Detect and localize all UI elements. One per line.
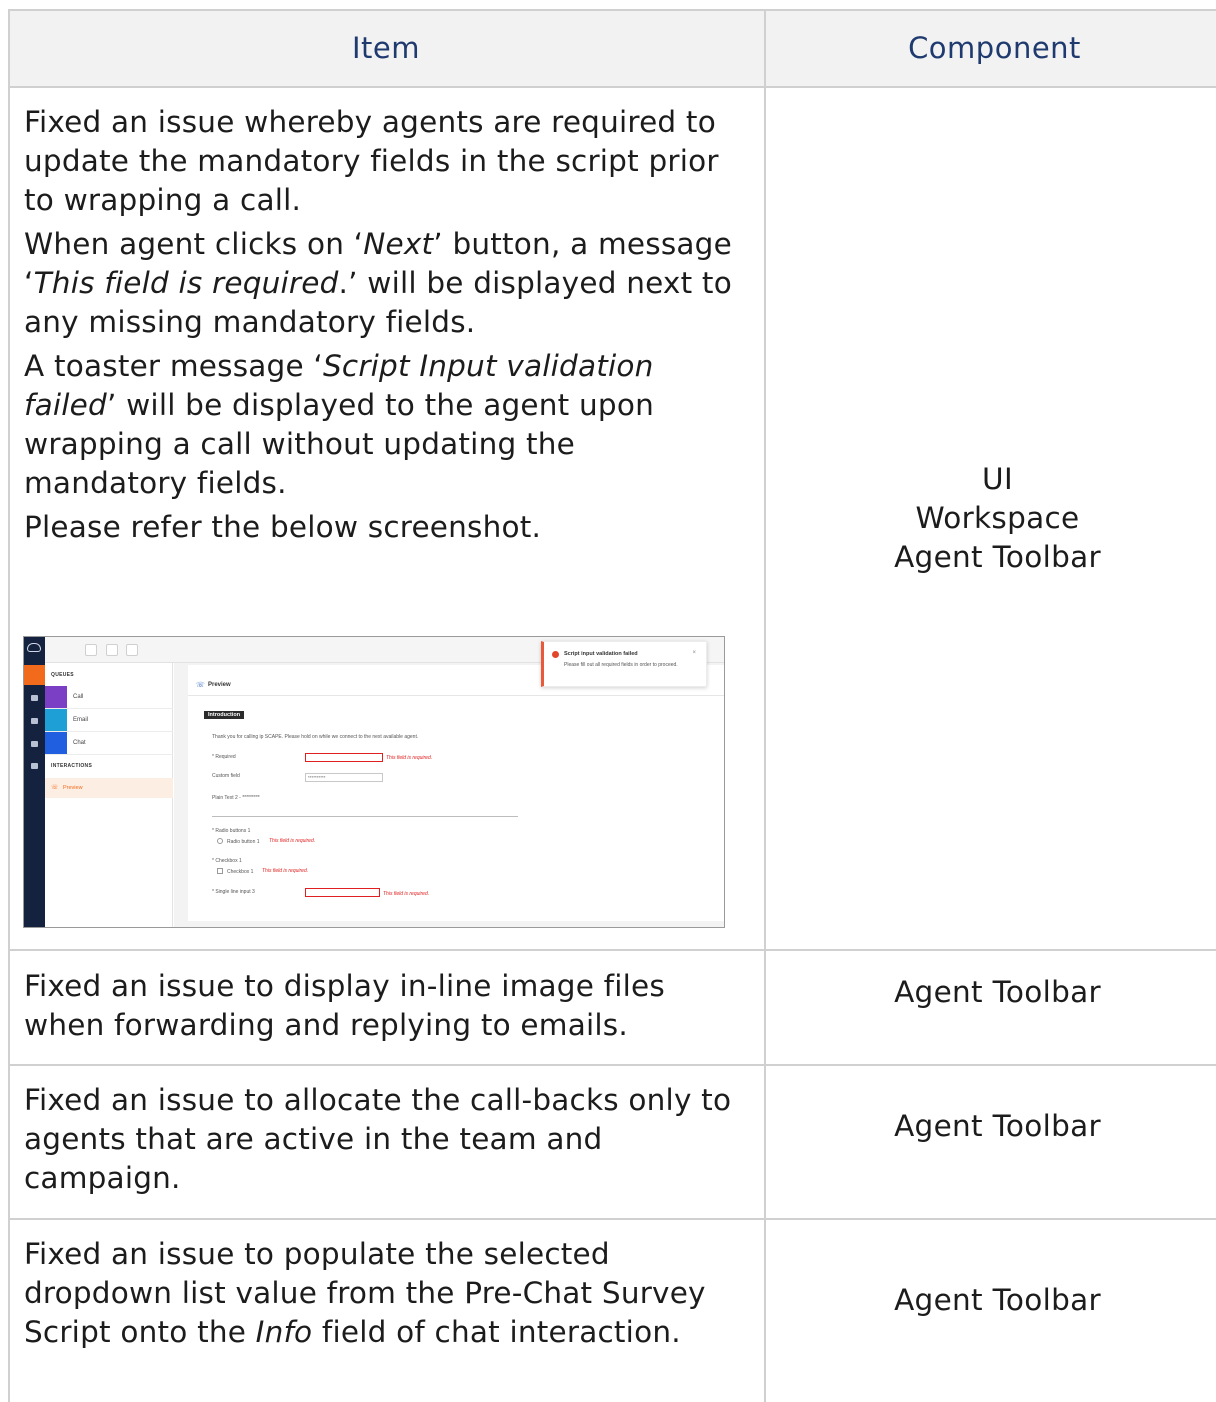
- item-paragraph: A toaster message ‘Script Input validati…: [24, 349, 654, 500]
- dialpad-icon: [85, 644, 97, 656]
- checkbox-group-label: * Checkbox 1: [212, 858, 242, 864]
- error-icon: [552, 651, 559, 658]
- message-nav-icon: [31, 741, 38, 747]
- table-border-top: [8, 9, 1216, 11]
- toast-body: Please fill out all required fields in o…: [564, 662, 678, 668]
- queues-heading: QUEUES: [51, 672, 74, 678]
- item-paragraph: Fixed an issue to populate the selected …: [24, 1237, 706, 1349]
- table-border-left: [8, 9, 10, 1402]
- toast-title: Script input validation failed: [564, 651, 638, 657]
- preview-phone-icon: ☏: [51, 785, 59, 791]
- queue-chat: Chat: [45, 732, 173, 755]
- queues-sidebar: QUEUES Call Email Chat INTERACTIONS ☏ Pr…: [45, 663, 173, 927]
- queue-email: Email: [45, 709, 173, 732]
- preview-title-icon: ☏: [196, 682, 205, 689]
- intro-text: Thank you for calling ip SCAPE. Please h…: [212, 734, 419, 740]
- single-line-input[interactable]: [305, 888, 380, 897]
- row-2-component: Agent Toolbar: [765, 951, 1216, 1033]
- release-notes-table: Item Component Fixed an issue whereby ag…: [8, 9, 1216, 1402]
- row-4-item: Fixed an issue to populate the selected …: [24, 1235, 744, 1357]
- script-main: ☏ Preview Introduction Thank you for cal…: [174, 663, 724, 927]
- user-nav-icon: [31, 718, 38, 724]
- item-paragraph: Fixed an issue to display in-line image …: [24, 969, 665, 1042]
- single-line-label: * Single line input 3: [212, 889, 255, 895]
- error-toast: Script input validation failed Please fi…: [541, 641, 707, 687]
- component-name: Agent Toolbar: [894, 1108, 1101, 1143]
- mail-icon: [126, 644, 138, 656]
- component-name: Agent Toolbar: [894, 540, 1101, 574]
- queue-label: Call: [73, 694, 84, 700]
- row-3-item: Fixed an issue to allocate the call-back…: [24, 1081, 744, 1203]
- item-paragraph: Please refer the below screenshot.: [24, 510, 542, 544]
- radio-group-label: * Radio buttons 1: [212, 828, 251, 834]
- item-paragraph: Fixed an issue to allocate the call-back…: [24, 1083, 732, 1195]
- component-name: Agent Toolbar: [894, 1282, 1101, 1317]
- interactions-heading: INTERACTIONS: [51, 763, 93, 769]
- chat-icon: [45, 732, 67, 754]
- queue-label: Email: [73, 717, 89, 723]
- nav-rail: [24, 637, 45, 927]
- row-1-component: UI Workspace Agent Toolbar: [765, 88, 1216, 949]
- mail-nav-icon: [31, 763, 38, 769]
- component-name: UI: [982, 462, 1013, 496]
- row-1-item: Fixed an issue whereby agents are requir…: [24, 103, 744, 552]
- queue-call: Call: [45, 686, 173, 709]
- panel-title: Preview: [208, 682, 231, 688]
- plain-text: Plain Text 2 - *********: [212, 795, 260, 801]
- section-divider: [212, 816, 518, 817]
- phone-icon: [45, 686, 67, 708]
- email-icon: [45, 709, 67, 731]
- grid-nav-icon: [31, 695, 38, 701]
- required-error: This field is required.: [386, 755, 433, 761]
- panel-divider: [188, 695, 724, 696]
- checkbox-error: This field is required.: [262, 868, 309, 874]
- header-item: Item: [351, 31, 420, 65]
- checkbox[interactable]: [217, 868, 223, 874]
- radio-option: Radio button 1: [227, 839, 260, 845]
- table-header: Item Component: [8, 9, 1216, 87]
- item-paragraph: Fixed an issue whereby agents are requir…: [24, 105, 719, 217]
- script-panel: ☏ Preview Introduction Thank you for cal…: [188, 665, 724, 921]
- component-name: Agent Toolbar: [894, 974, 1101, 1009]
- radio-error: This field is required.: [269, 838, 316, 844]
- item-paragraph: When agent clicks on ‘Next’ button, a me…: [24, 227, 732, 339]
- required-input[interactable]: [305, 753, 383, 762]
- agent-nav-icon: [24, 665, 45, 685]
- custom-input[interactable]: **********: [305, 773, 383, 782]
- header-component: Component: [908, 31, 1081, 65]
- row-2-item: Fixed an issue to display in-line image …: [24, 967, 744, 1050]
- queue-label: Chat: [73, 740, 86, 746]
- required-label: * Required: [212, 754, 236, 760]
- radio-button[interactable]: [217, 838, 223, 844]
- interaction-label: Preview: [63, 785, 83, 791]
- custom-label: Custom field: [212, 773, 240, 779]
- close-icon[interactable]: ×: [692, 650, 696, 656]
- refresh-icon: [106, 644, 118, 656]
- embedded-screenshot: QUEUES Call Email Chat INTERACTIONS ☏ Pr…: [23, 636, 725, 928]
- interaction-preview: ☏ Preview: [45, 778, 173, 798]
- section-tag: Introduction: [204, 711, 245, 719]
- component-name: Workspace: [915, 501, 1080, 535]
- cloud-logo-icon: [27, 643, 41, 652]
- row-4-component: Agent Toolbar: [765, 1220, 1216, 1380]
- single-line-error: This field is required.: [383, 891, 430, 897]
- checkbox-option: Checkbox 1: [227, 869, 254, 875]
- row-3-component: Agent Toolbar: [765, 1066, 1216, 1186]
